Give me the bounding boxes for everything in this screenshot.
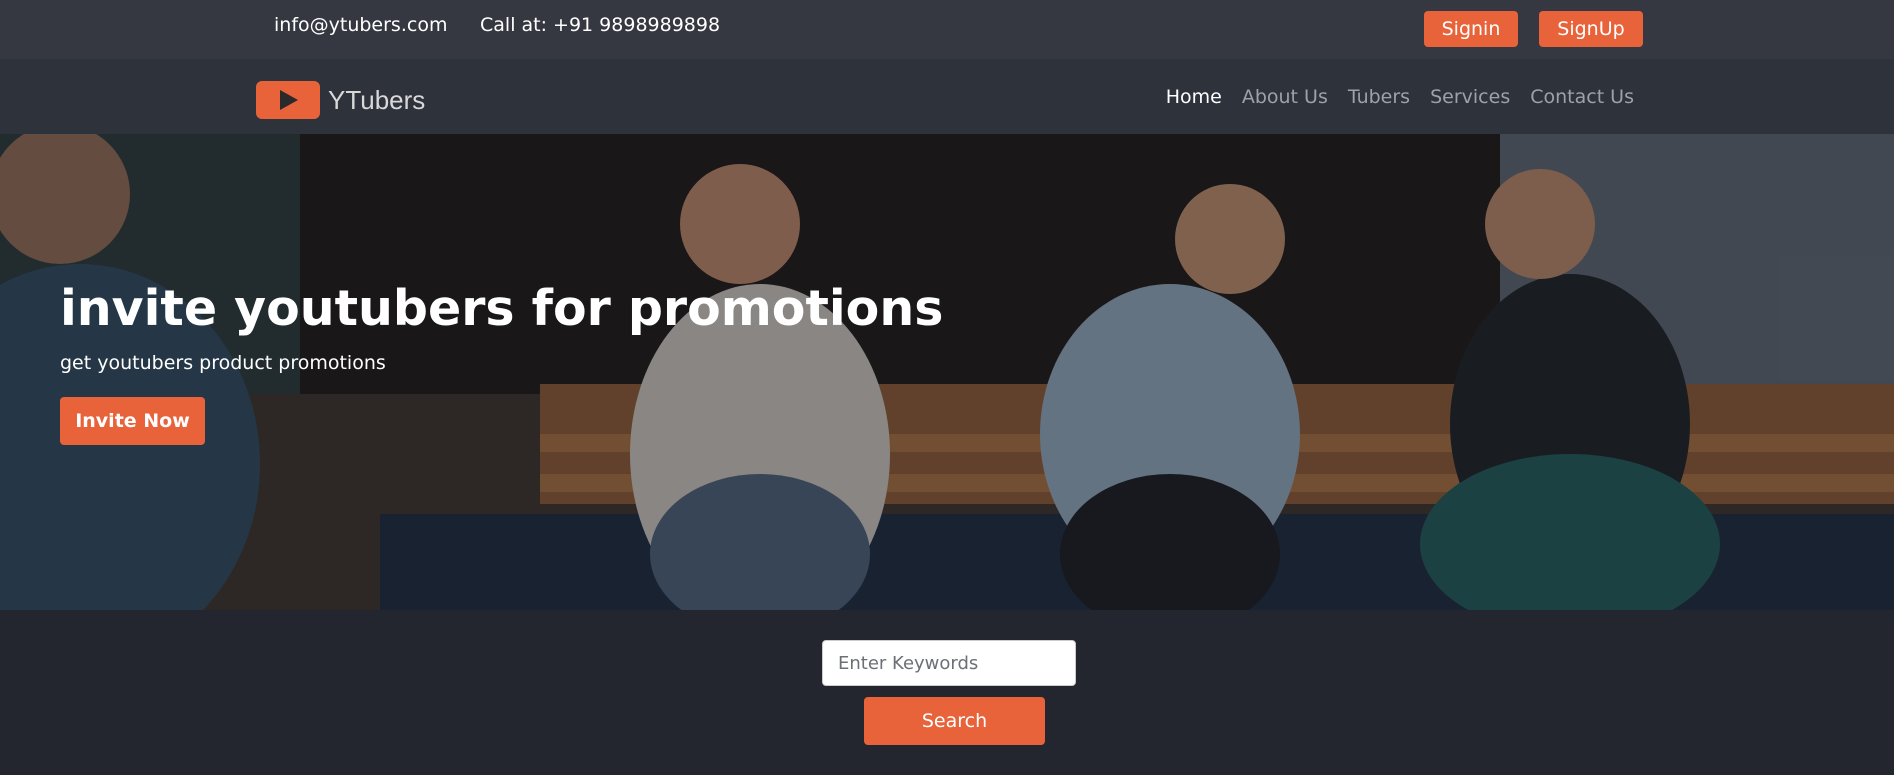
invite-now-button[interactable]: Invite Now — [60, 397, 205, 445]
top-bar: info@ytubers.com Call at: +91 9898989898… — [0, 0, 1894, 59]
hero-banner: invite youtubers for promotions get yout… — [0, 134, 1894, 610]
nav-item-contact-us[interactable]: Contact Us — [1530, 86, 1634, 108]
search-section: Search — [0, 610, 1894, 775]
signup-button[interactable]: SignUp — [1539, 11, 1643, 47]
nav-item-services[interactable]: Services — [1430, 86, 1510, 108]
hero-title: invite youtubers for promotions — [60, 280, 944, 337]
play-icon — [256, 81, 320, 119]
brand-name: YTubers — [328, 84, 426, 115]
contact-email[interactable]: info@ytubers.com — [274, 14, 447, 36]
search-button[interactable]: Search — [864, 697, 1045, 745]
nav-item-about-us[interactable]: About Us — [1242, 86, 1328, 108]
nav-item-home[interactable]: Home — [1166, 86, 1222, 108]
main-navbar: YTubers Home About Us Tubers Services Co… — [0, 59, 1894, 134]
hero-subtitle: get youtubers product promotions — [60, 352, 386, 374]
nav-item-tubers[interactable]: Tubers — [1348, 86, 1410, 108]
brand-logo[interactable]: YTubers — [256, 81, 425, 119]
nav-menu: Home About Us Tubers Services Contact Us — [1146, 86, 1634, 108]
signin-button[interactable]: Signin — [1424, 11, 1518, 47]
contact-phone: Call at: +91 9898989898 — [480, 14, 721, 36]
keyword-search-input[interactable] — [822, 640, 1076, 686]
